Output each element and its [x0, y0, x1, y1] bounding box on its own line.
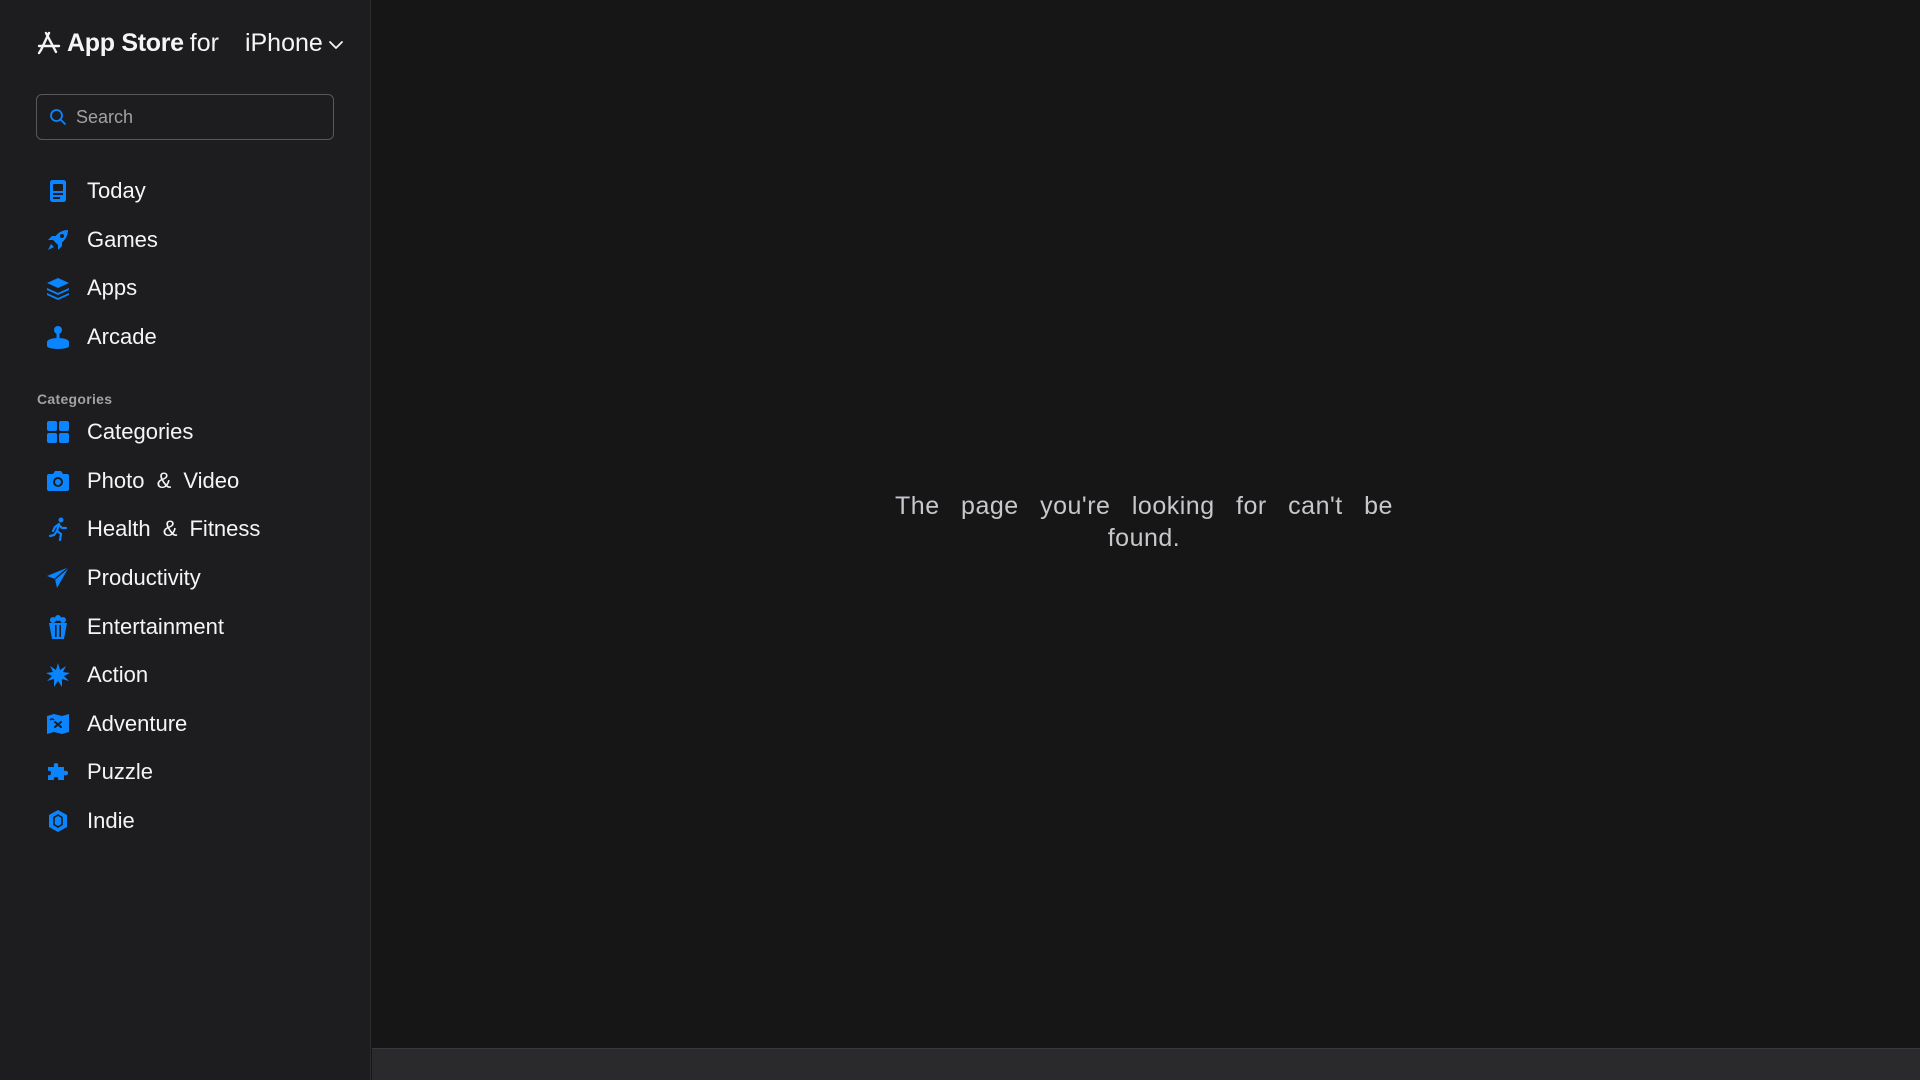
search-box[interactable]: [36, 94, 334, 140]
camera-icon: [36, 466, 80, 496]
burst-icon: [36, 660, 80, 690]
nav-label-arcade: Arcade: [87, 324, 157, 350]
nav-item-adventure[interactable]: Adventure: [36, 700, 336, 749]
today-icon: [36, 176, 80, 206]
nav-item-productivity[interactable]: Productivity: [36, 554, 336, 603]
footer: [372, 1048, 1920, 1080]
not-found-message: The page you're looking for can't be fou…: [895, 492, 1393, 552]
nav-item-action[interactable]: Action: [36, 651, 336, 700]
joystick-icon: [36, 322, 80, 352]
nav-label-today: Today: [87, 178, 146, 204]
nav-label-puzzle: Puzzle: [87, 759, 154, 785]
main-content: The page you're looking for can't be fou…: [372, 0, 1920, 1048]
nav-label-categories: Categories: [87, 419, 194, 445]
nav-item-photo-video[interactable]: Photo & Video: [36, 457, 336, 506]
nav-label-indie: Indie: [87, 808, 135, 834]
nav-label-games: Games: [87, 226, 158, 252]
nav-item-categories[interactable]: Categories: [36, 408, 336, 457]
grid-icon: [36, 417, 80, 447]
sidebar: App Store for iPhone Today Games: [0, 0, 371, 1080]
nav-item-puzzle[interactable]: Puzzle: [36, 748, 336, 797]
nav-label-photo-video: Photo & Video: [87, 467, 240, 493]
paper-plane-icon: [36, 563, 80, 593]
brand-name: App Store: [67, 28, 184, 57]
nav-label-entertainment: Entertainment: [87, 613, 224, 639]
puzzle-piece-icon: [36, 757, 80, 787]
nav-label-action: Action: [87, 662, 149, 688]
nav-item-apps[interactable]: Apps: [36, 264, 336, 313]
search-icon: [50, 109, 66, 125]
rocket-icon: [36, 225, 80, 255]
popcorn-icon: [36, 612, 80, 642]
nav-label-productivity: Productivity: [87, 565, 201, 591]
nav-label-health-fitness: Health & Fitness: [87, 516, 261, 542]
layers-icon: [36, 273, 80, 303]
nav-item-indie[interactable]: Indie: [36, 797, 336, 846]
categories-nav: Categories Photo & Video Health & Fitnes…: [36, 408, 336, 845]
nav-item-entertainment[interactable]: Entertainment: [36, 602, 336, 651]
main-nav: Today Games Apps Arcade: [36, 167, 336, 361]
nav-item-games[interactable]: Games: [36, 216, 336, 265]
nav-item-health-fitness[interactable]: Health & Fitness: [36, 505, 336, 554]
nav-label-apps: Apps: [87, 275, 138, 301]
nav-item-today[interactable]: Today: [36, 167, 336, 216]
app-store-logo-icon: [37, 31, 61, 55]
running-figure-icon: [36, 514, 80, 544]
nav-item-arcade[interactable]: Arcade: [36, 313, 336, 362]
search-input[interactable]: [76, 106, 316, 128]
categories-heading: Categories: [37, 391, 113, 407]
nav-label-adventure: Adventure: [87, 710, 188, 736]
platform-label: iPhone: [244, 28, 323, 57]
map-icon: [36, 709, 80, 739]
chevron-down-icon: [328, 41, 343, 49]
brand-header: App Store for iPhone: [36, 27, 344, 59]
brand-for-label: for: [189, 28, 219, 57]
guitar-pick-icon: [36, 806, 80, 836]
platform-selector[interactable]: iPhone: [245, 29, 344, 58]
